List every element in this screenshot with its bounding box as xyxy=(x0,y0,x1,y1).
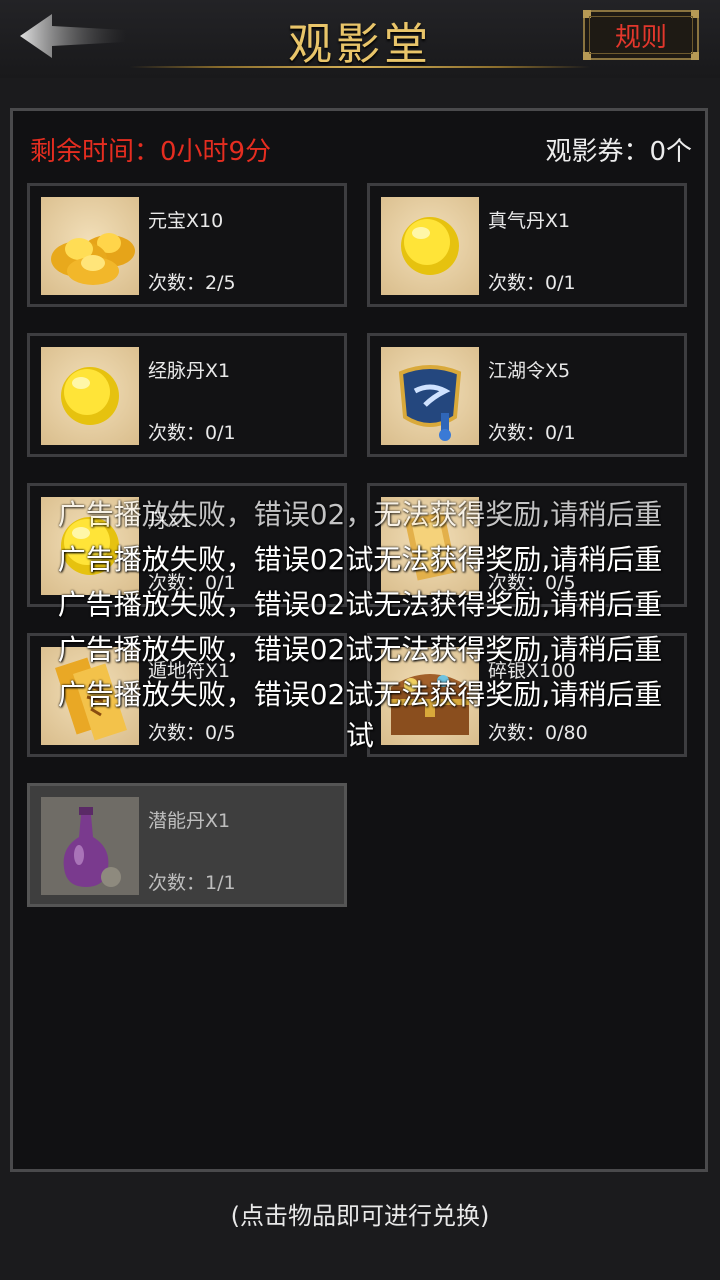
header-bar: 观影堂 规则 xyxy=(0,0,720,78)
remaining-time: 剩余时间：0小时9分 xyxy=(30,137,272,167)
potion-bottle-icon xyxy=(63,807,121,887)
item-name: 元宝X10 xyxy=(148,210,224,232)
error-toast: 试 xyxy=(345,719,374,752)
error-toast: 广告播放失败，错误02，无法获得奖励,请稍后重 xyxy=(57,498,663,531)
item-name: 经脉丹X1 xyxy=(148,360,231,382)
item-count: 次数：2/5 xyxy=(148,272,236,294)
item-name: 真气丹X1 xyxy=(488,210,571,232)
rules-label: 规则 xyxy=(614,22,667,53)
item-count: 次数：0/1 xyxy=(148,422,236,444)
item-card[interactable]: 江湖令X5 次数：0/1 xyxy=(367,333,687,457)
item-card[interactable]: 真气丹X1 次数：0/1 xyxy=(367,183,687,307)
title-divider xyxy=(130,66,590,68)
item-card-disabled[interactable]: 潜能丹X1 次数：1/1 xyxy=(27,783,347,907)
error-toast: 广告播放失败，错误02试无法获得奖励,请稍后重 xyxy=(57,588,663,621)
item-count: 次数：1/1 xyxy=(148,872,236,894)
exchange-hint: (点击物品即可进行兑换) xyxy=(230,1202,490,1230)
rules-button[interactable]: 规则 xyxy=(583,10,699,60)
item-count: 次数：0/1 xyxy=(488,422,576,444)
token-pouch-icon xyxy=(398,365,462,441)
item-name: 江湖令X5 xyxy=(488,360,571,382)
error-toast: 广告播放失败，错误02试无法获得奖励,请稍后重 xyxy=(57,633,663,666)
item-card[interactable]: 元宝X10 次数：2/5 xyxy=(27,183,347,307)
error-toast: 广告播放失败，错误02试无法获得奖励,请稍后重 xyxy=(57,678,663,711)
item-card[interactable]: 经脉丹X1 次数：0/1 xyxy=(27,333,347,457)
yellow-pill-icon xyxy=(61,367,119,425)
ticket-count: 观影券：0个 xyxy=(545,137,692,167)
item-count: 次数：0/1 xyxy=(488,272,576,294)
yellow-pill-icon xyxy=(401,217,459,275)
error-toast: 广告播放失败，错误02试无法获得奖励,请稍后重 xyxy=(57,543,663,576)
gold-ingot-icon xyxy=(51,233,135,285)
item-name: 潜能丹X1 xyxy=(148,810,231,832)
